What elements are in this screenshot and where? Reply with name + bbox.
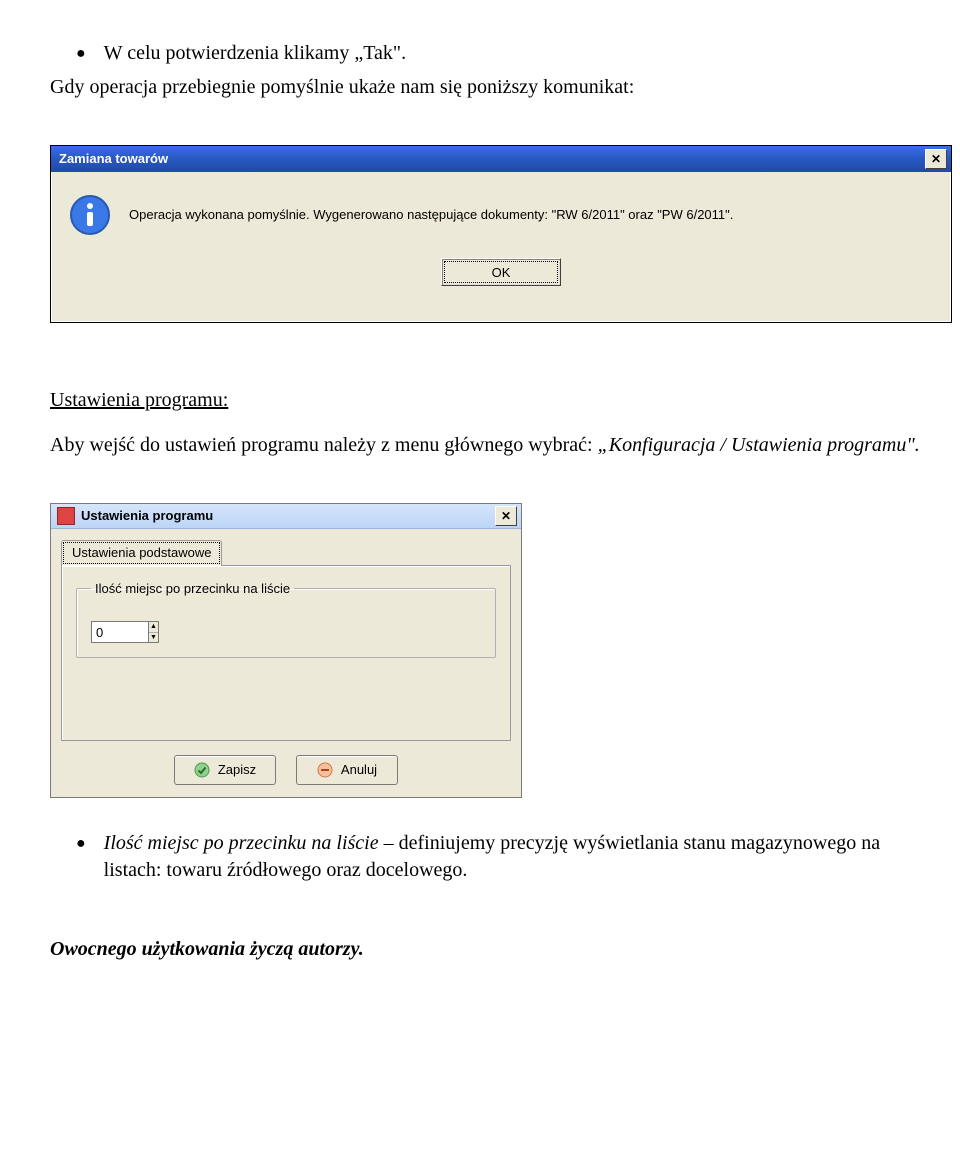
settings-body-b: „Konfiguracja / Ustawienia programu". (598, 434, 920, 456)
cancel-button-label: Anuluj (341, 762, 377, 777)
spinner-up-icon[interactable]: ▲ (149, 622, 158, 633)
dialog2-title: Ustawienia programu (81, 507, 495, 525)
save-button[interactable]: Zapisz (174, 755, 276, 785)
bullet-confirm: ● W celu potwierdzenia klikamy „Tak". (50, 40, 930, 68)
tab-ustawienia-podstawowe[interactable]: Ustawienia podstawowe (61, 540, 222, 566)
tab-label: Ustawienia podstawowe (72, 545, 211, 560)
ok-button[interactable]: OK (441, 258, 561, 286)
spinner-down-icon[interactable]: ▼ (149, 633, 158, 643)
tabpanel: Ilość miejsc po przecinku na liście ▲ ▼ (61, 565, 511, 741)
settings-body: Aby wejść do ustawień programu należy z … (50, 432, 930, 459)
close-icon[interactable]: ✕ (495, 506, 517, 526)
decimal-places-input[interactable] (91, 621, 149, 643)
success-intro-text: Gdy operacja przebiegnie pomyślnie ukaże… (50, 74, 930, 101)
dialog-zamiana-towarow: Zamiana towarów ✕ Operacja wykonana pomy… (50, 145, 952, 323)
dialog1-title: Zamiana towarów (59, 150, 925, 168)
bullet-places: ● Ilość miejsc po przecinku na liście – … (50, 830, 930, 884)
footer-text: Owocnego użytkowania życzą autorzy. (50, 936, 930, 963)
cancel-icon (317, 762, 333, 778)
dialog1-body: Operacja wykonana pomyślnie. Wygenerowan… (51, 172, 951, 322)
dialog1-message: Operacja wykonana pomyślnie. Wygenerowan… (129, 206, 733, 224)
check-icon (194, 762, 210, 778)
ok-button-label: OK (492, 265, 511, 280)
tabstrip: Ustawienia podstawowe (61, 540, 511, 566)
settings-heading: Ustawienia programu: (50, 387, 930, 414)
bullet-confirm-text: W celu potwierdzenia klikamy „Tak". (104, 40, 406, 67)
bullet-places-intro: Ilość miejsc po przecinku na liście (104, 832, 379, 854)
dialog1-titlebar[interactable]: Zamiana towarów ✕ (51, 146, 951, 172)
cancel-button[interactable]: Anuluj (296, 755, 398, 785)
app-icon (57, 507, 75, 525)
bullet-dot-icon: ● (76, 40, 86, 68)
bullet-places-text: Ilość miejsc po przecinku na liście – de… (104, 830, 930, 884)
dialog-ustawienia-programu: Ustawienia programu ✕ Ustawienia podstaw… (50, 503, 522, 798)
dialog2-titlebar[interactable]: Ustawienia programu ✕ (51, 504, 521, 529)
bullet-dot-icon: ● (76, 830, 86, 858)
settings-body-a: Aby wejść do ustawień programu należy z … (50, 434, 598, 456)
close-icon[interactable]: ✕ (925, 149, 947, 169)
group-ilosc-miejsc: Ilość miejsc po przecinku na liście ▲ ▼ (76, 580, 496, 659)
decimal-places-spinner[interactable]: ▲ ▼ (91, 621, 159, 643)
group-legend: Ilość miejsc po przecinku na liście (91, 580, 294, 598)
info-icon (69, 194, 111, 236)
dialog2-body: Ustawienia podstawowe Ilość miejsc po pr… (51, 529, 521, 797)
settings-heading-text: Ustawienia programu: (50, 389, 228, 411)
save-button-label: Zapisz (218, 762, 256, 777)
